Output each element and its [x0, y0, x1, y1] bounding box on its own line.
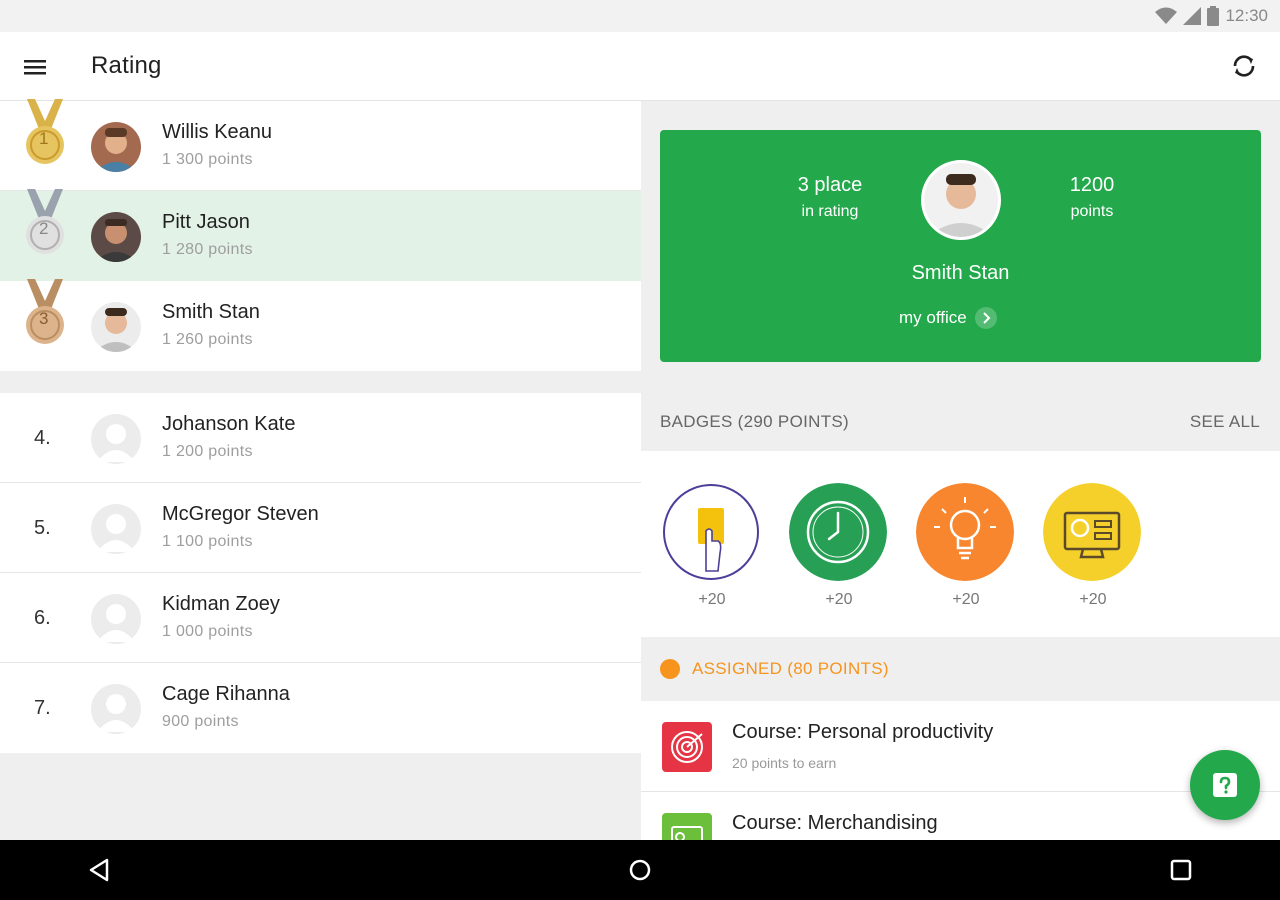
leader-name: Smith Stan [162, 301, 260, 323]
status-icons: 12:30 [1155, 6, 1268, 26]
rating-points: 900 points [162, 713, 239, 730]
medal-rank: 2 [39, 219, 49, 238]
course-subtitle: 20 points to earn [732, 755, 837, 771]
rating-name: McGregor Steven [162, 503, 319, 525]
system-nav-bar [0, 840, 1280, 900]
profile-panel: 3 place in rating 1200 points Smith Stan… [641, 101, 1280, 840]
rank-number: 6. [34, 607, 51, 629]
rating-name: Johanson Kate [162, 413, 296, 435]
rank-number: 4. [34, 427, 51, 449]
course-title: Course: Personal productivity [732, 721, 994, 743]
medal-rank: 1 [39, 129, 49, 148]
wifi-icon [1155, 7, 1178, 25]
back-icon[interactable] [85, 855, 115, 885]
register-icon [662, 813, 712, 840]
recents-icon[interactable] [1166, 855, 1196, 885]
avatar [91, 212, 141, 262]
rating-name: Cage Rihanna [162, 683, 290, 705]
rating-list: 1 Willis Keanu 1 300 points 2 Pitt Jason… [0, 99, 641, 840]
rating-row-5[interactable]: 5. McGregor Steven 1 100 points [0, 483, 641, 573]
lightbulb-icon [916, 483, 1014, 581]
avatar [91, 122, 141, 172]
badge-item[interactable]: +20 [1043, 483, 1143, 618]
leader-name: Pitt Jason [162, 211, 250, 233]
rating-points: 1 200 points [162, 443, 253, 460]
badge-item[interactable]: +20 [916, 483, 1016, 618]
leader-row-2[interactable]: 2 Pitt Jason 1 280 points [0, 189, 641, 281]
page-title: Rating [91, 52, 162, 79]
rank-number: 5. [34, 517, 51, 539]
default-avatar-icon [91, 684, 141, 734]
profile-points: 1200 points [1037, 174, 1147, 221]
chevron-right-icon [974, 307, 997, 329]
rating-points: 1 100 points [162, 533, 253, 550]
course-item[interactable]: Course: Personal productivity 20 points … [641, 701, 1280, 792]
home-icon[interactable] [625, 855, 655, 885]
assigned-label: ASSIGNED (80 POINTS) [692, 659, 889, 678]
yellow-card-icon [662, 483, 760, 581]
see-all-button[interactable]: SEE ALL [1190, 412, 1260, 432]
rating-row-6[interactable]: 6. Kidman Zoey 1 000 points [0, 573, 641, 663]
badge-bonus: +20 [1079, 591, 1107, 608]
badge-item[interactable]: +20 [789, 483, 889, 618]
app-bar: Rating [0, 32, 1280, 101]
profile-name: Smith Stan [911, 262, 1010, 284]
avatar [91, 302, 141, 352]
status-time: 12:30 [1225, 6, 1268, 25]
points-label: points [1070, 203, 1114, 220]
my-office-link[interactable]: my office [899, 307, 997, 329]
rating-row-4[interactable]: 4. Johanson Kate 1 200 points [0, 393, 641, 483]
gear-monitor-icon [1043, 483, 1141, 581]
leader-name: Willis Keanu [162, 121, 273, 143]
default-avatar-icon [91, 414, 141, 464]
leader-row-3[interactable]: 3 Smith Stan 1 260 points [0, 279, 641, 371]
badge-bonus: +20 [698, 591, 726, 608]
leader-points: 1 280 points [162, 241, 253, 258]
target-icon [662, 722, 712, 772]
badge-bonus: +20 [825, 591, 853, 608]
rank-number: 7. [34, 697, 51, 719]
leader-points: 1 300 points [162, 151, 253, 168]
badge-bonus: +20 [952, 591, 980, 608]
place-label: in rating [801, 203, 859, 220]
status-bar: 12:30 [0, 0, 1280, 32]
signal-icon [1183, 7, 1202, 25]
badges-row: +20 +20 +20 +20 [641, 451, 1280, 637]
rating-name: Kidman Zoey [162, 593, 280, 615]
place-value: 3 place [797, 174, 863, 196]
default-avatar-icon [91, 594, 141, 644]
rating-place: 3 place in rating [775, 174, 885, 221]
badges-heading: BADGES (290 POINTS) [660, 412, 849, 431]
profile-card: 3 place in rating 1200 points Smith Stan… [660, 130, 1261, 362]
help-icon [1213, 773, 1237, 797]
assigned-heading: ASSIGNED (80 POINTS) [660, 659, 889, 679]
rating-points: 1 000 points [162, 623, 253, 640]
course-title: Course: Merchandising [732, 812, 938, 834]
hamburger-icon[interactable] [20, 52, 50, 82]
leader-points: 1 260 points [162, 331, 253, 348]
points-value: 1200 [1069, 174, 1115, 196]
rating-row-7[interactable]: 7. Cage Rihanna 900 points [0, 663, 641, 753]
my-office-label: my office [899, 308, 967, 327]
default-avatar-icon [91, 504, 141, 554]
assigned-dot-icon [660, 659, 680, 679]
course-item[interactable]: Course: Merchandising [641, 792, 1280, 840]
profile-avatar [921, 160, 1001, 240]
help-button[interactable] [1190, 750, 1260, 820]
clock-icon [789, 483, 887, 581]
battery-icon [1207, 6, 1220, 26]
badge-item[interactable]: +20 [662, 483, 762, 618]
medal-rank: 3 [39, 309, 49, 328]
leader-row-1[interactable]: 1 Willis Keanu 1 300 points [0, 99, 641, 191]
sync-icon[interactable] [1228, 50, 1260, 82]
